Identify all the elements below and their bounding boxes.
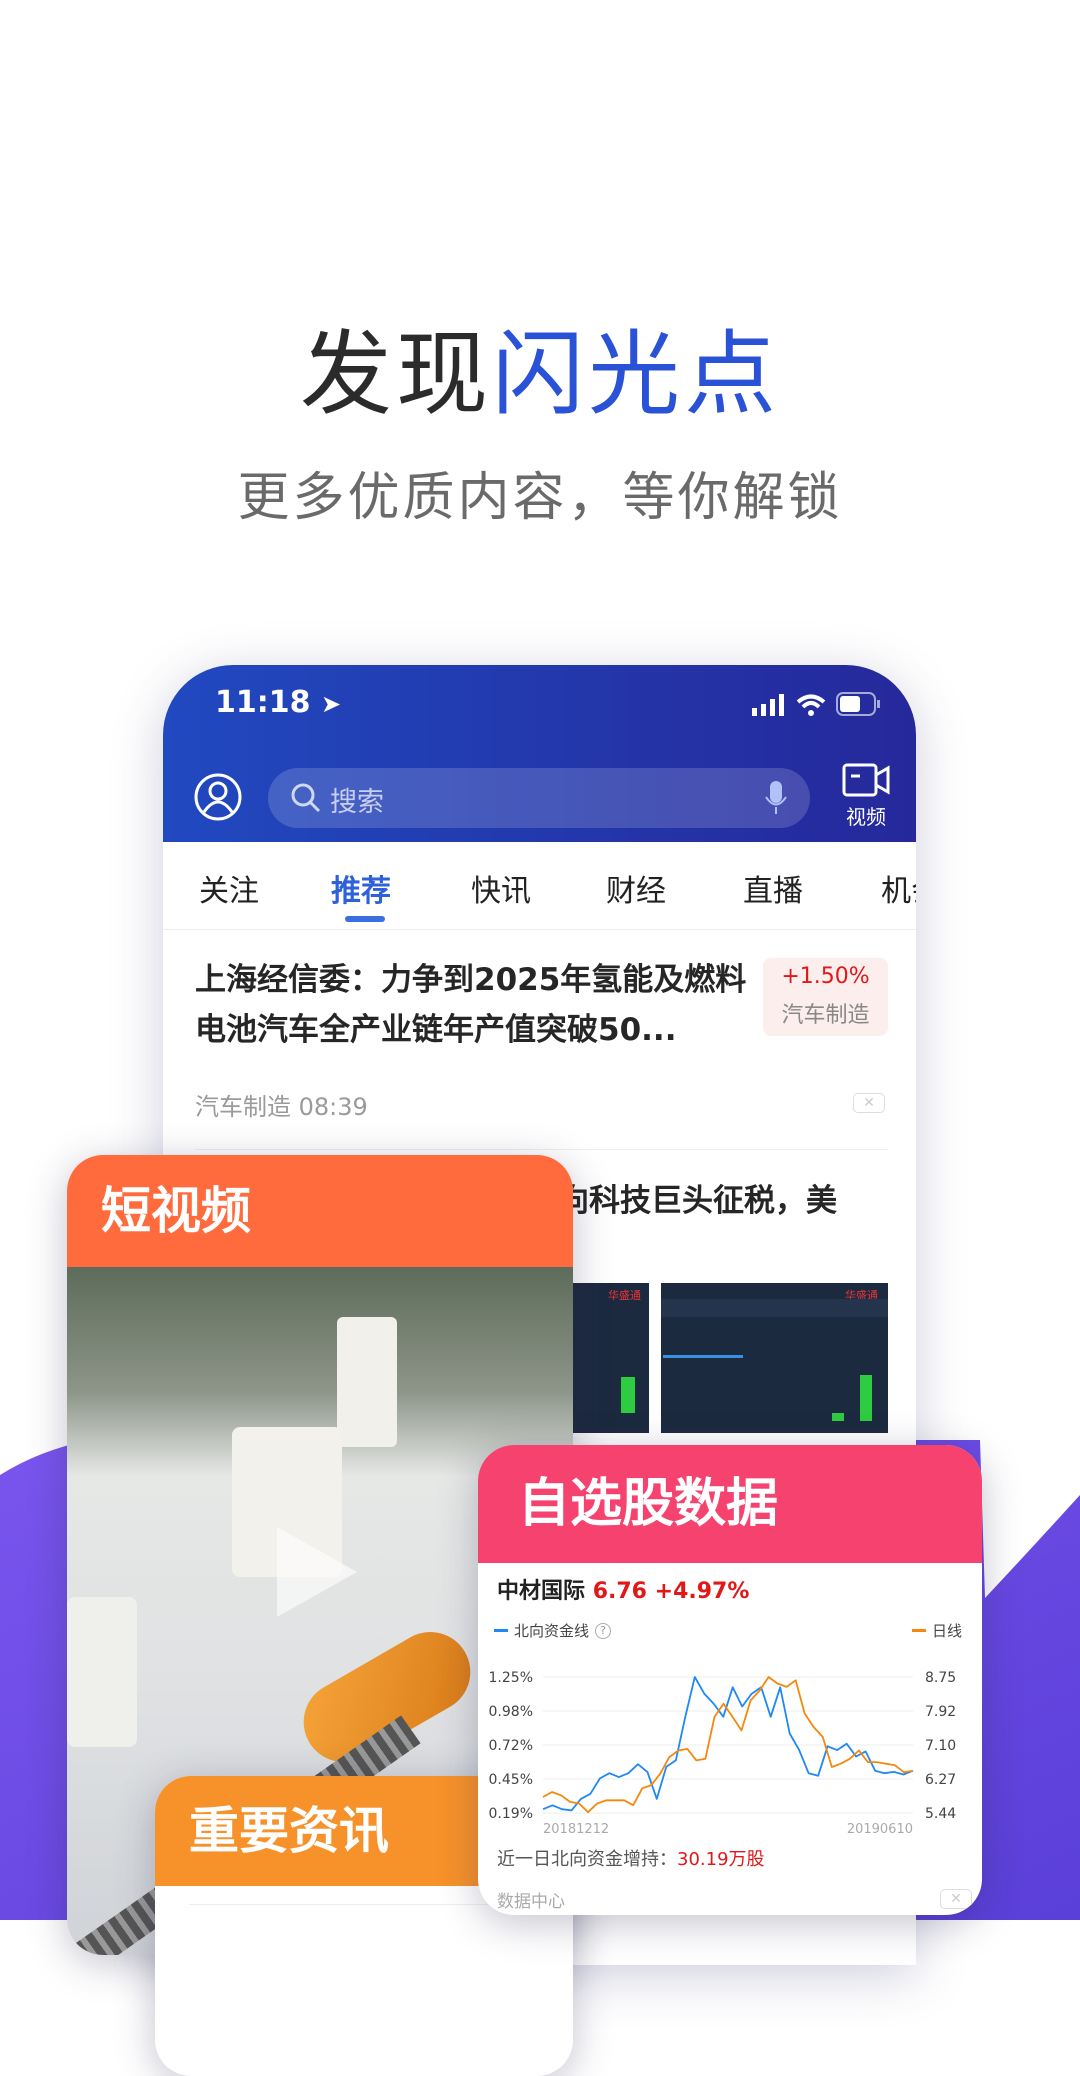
location-arrow-icon: ➤ — [320, 690, 342, 718]
hero-title-dark: 发现 — [299, 321, 492, 428]
status-time: 11:18 ➤ — [215, 685, 341, 720]
wifi-icon — [796, 694, 826, 716]
y-right-tick-label: 6.27 — [925, 1772, 956, 1788]
y-right-tick-label: 7.92 — [925, 1704, 956, 1720]
hero-subtitle: 更多优质内容，等你解锁 — [237, 468, 843, 528]
profile-avatar-icon[interactable] — [193, 772, 243, 822]
tab-opportunity[interactable]: 机会 — [881, 866, 916, 910]
signal-icon — [752, 694, 784, 716]
status-icons — [752, 692, 880, 716]
hero-title: 发现闪光点 — [0, 300, 1080, 433]
active-tab-indicator — [345, 916, 385, 922]
search-icon — [291, 783, 321, 813]
time-text: 11:18 — [215, 685, 311, 720]
sector-tag[interactable]: +1.50% 汽车制造 — [763, 958, 888, 1036]
y-right-tick-label: 8.75 — [925, 1670, 956, 1686]
news-thumbnail-2: 华盛通 — [661, 1283, 888, 1433]
tab-live[interactable]: 直播 — [743, 866, 803, 910]
video-camera-icon — [842, 763, 890, 797]
dismiss-button[interactable]: ✕ — [940, 1889, 972, 1909]
tab-follow[interactable]: 关注 — [199, 866, 259, 910]
y-left-tick-label: 0.45% — [489, 1772, 533, 1788]
data-center-label[interactable]: 数据中心 — [497, 1887, 565, 1912]
x-tick-label-start: 20181212 — [543, 1822, 609, 1837]
y-left-tick-label: 0.19% — [489, 1806, 533, 1822]
news-title-2[interactable]: 向科技巨头征税，美 — [558, 1175, 837, 1220]
news-meta: 汽车制造 08:39 — [195, 1093, 368, 1121]
battery-icon — [836, 692, 880, 716]
y-left-tick-label: 1.25% — [489, 1670, 533, 1686]
video-button[interactable]: 视频 — [838, 763, 894, 830]
x-tick-label-end: 20190610 — [847, 1822, 913, 1837]
sector-name: 汽车制造 — [781, 1003, 870, 1028]
holding-label: 近一日北向资金增持： — [497, 1849, 677, 1870]
y-left-tick-label: 0.72% — [489, 1738, 533, 1754]
search-placeholder: 搜索 — [330, 787, 384, 818]
dismiss-button[interactable]: ✕ — [853, 1093, 885, 1113]
play-icon[interactable] — [257, 1517, 367, 1627]
sector-change: +1.50% — [781, 964, 870, 989]
hero-title-highlight: 闪光点 — [492, 321, 781, 428]
category-tabs: 关注 推荐 快讯 财经 直播 机会 — [163, 842, 916, 930]
video-label: 视频 — [846, 805, 886, 829]
news-thumbnail-1: 华盛通 — [563, 1283, 649, 1433]
y-right-tick-label: 7.10 — [925, 1738, 956, 1754]
series-line-north-capital — [542, 1676, 914, 1812]
tab-recommend[interactable]: 推荐 — [331, 866, 391, 910]
stock-data-card[interactable]: 自选股数据 中材国际 6.76 +4.97% 北向资金线 ? 日线 1.25% 8… — [478, 1445, 982, 1915]
search-input[interactable]: 搜索 — [268, 768, 810, 828]
app-header: 11:18 ➤ 搜索 视频 — [163, 665, 916, 842]
y-left-tick-label: 0.98% — [489, 1704, 533, 1720]
holding-value: 30.19万股 — [677, 1849, 765, 1870]
short-video-title: 短视频 — [67, 1155, 573, 1267]
holding-summary: 近一日北向资金增持：30.19万股 — [497, 1845, 765, 1871]
y-right-tick-label: 5.44 — [925, 1806, 956, 1822]
divider — [195, 1149, 888, 1150]
tab-finance[interactable]: 财经 — [606, 866, 666, 910]
news-title[interactable]: 上海经信委：力争到2025年氢能及燃料电池汽车全产业链年产值突破50... — [195, 955, 755, 1055]
microphone-icon[interactable] — [764, 780, 788, 816]
thumb-logo: 华盛通 — [608, 1289, 641, 1302]
tab-flash[interactable]: 快讯 — [471, 866, 531, 910]
